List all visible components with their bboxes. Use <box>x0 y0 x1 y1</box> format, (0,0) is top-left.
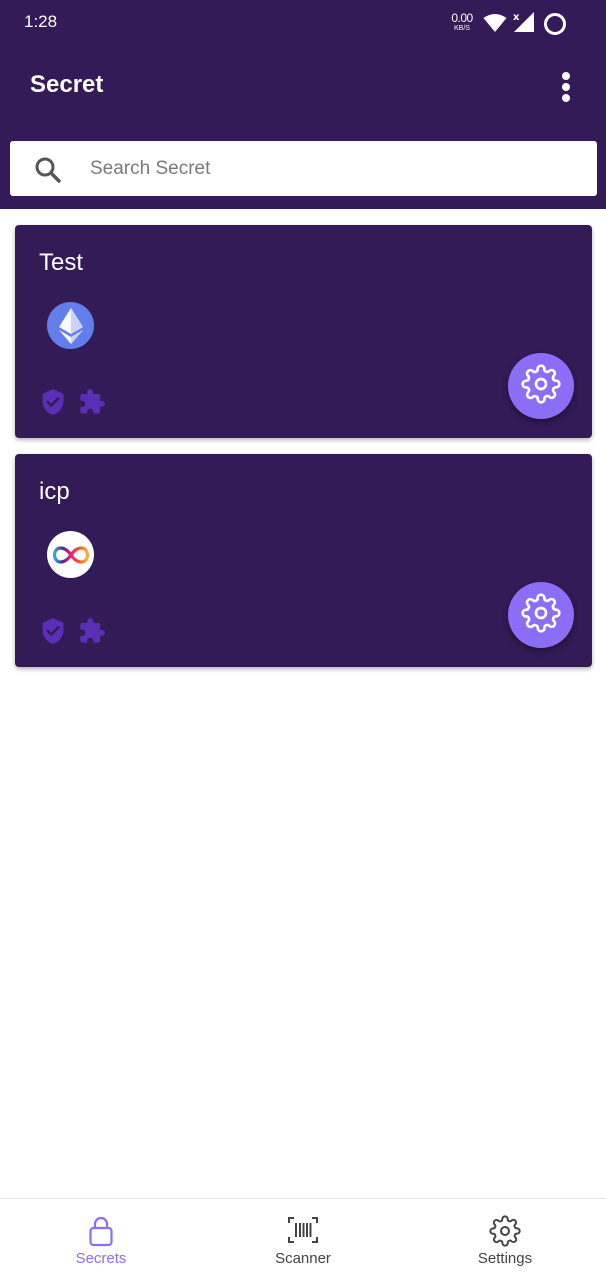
secret-settings-button[interactable] <box>508 353 574 419</box>
nav-label-scanner: Scanner <box>275 1250 331 1267</box>
wifi-icon <box>483 13 507 38</box>
icp-infinity-icon <box>47 531 94 578</box>
search-input[interactable] <box>90 149 580 189</box>
secret-settings-button[interactable] <box>508 582 574 648</box>
nav-item-secrets[interactable]: Secrets <box>0 1199 202 1280</box>
puzzle-icon <box>78 388 106 421</box>
signal-badge: x <box>513 12 520 23</box>
status-time: 1:28 <box>24 12 58 31</box>
network-speed-unit: KB/S <box>454 25 470 32</box>
nav-item-scanner[interactable]: Scanner <box>202 1199 404 1280</box>
bottom-nav: Secrets Scanner Settings <box>0 1198 606 1280</box>
secret-title: Test <box>39 249 84 276</box>
secret-title: icp <box>39 478 70 505</box>
more-vert-icon[interactable] <box>552 68 580 106</box>
nav-label-settings: Settings <box>477 1250 533 1267</box>
barcode-scanner-icon <box>287 1215 319 1250</box>
nav-item-settings[interactable]: Settings <box>404 1199 606 1280</box>
network-speed-value: 0.00 <box>451 11 473 25</box>
app-root: 1:28 0.00 KB/S x Secret Search Secret Te… <box>0 0 606 1280</box>
battery-ring-icon <box>543 12 567 41</box>
nav-label-secrets: Secrets <box>75 1250 127 1267</box>
header: 1:28 0.00 KB/S x Secret <box>0 0 606 209</box>
shield-check-icon <box>39 617 67 650</box>
gear-icon <box>521 592 561 638</box>
network-speed: 0.00 KB/S <box>450 12 474 32</box>
puzzle-icon <box>78 617 106 650</box>
status-bar: 1:28 0.00 KB/S x <box>0 0 606 44</box>
secret-card[interactable]: icp <box>15 454 592 667</box>
search-bar[interactable] <box>10 141 597 196</box>
gear-icon <box>489 1215 521 1252</box>
gear-icon <box>521 363 561 409</box>
shield-check-icon <box>39 388 67 421</box>
search-icon <box>34 156 62 189</box>
lock-icon <box>86 1215 116 1252</box>
secret-card[interactable]: Test <box>15 225 592 438</box>
page-title: Secret <box>30 71 104 98</box>
ethereum-icon <box>47 302 94 349</box>
signal-icon: x <box>512 11 536 38</box>
